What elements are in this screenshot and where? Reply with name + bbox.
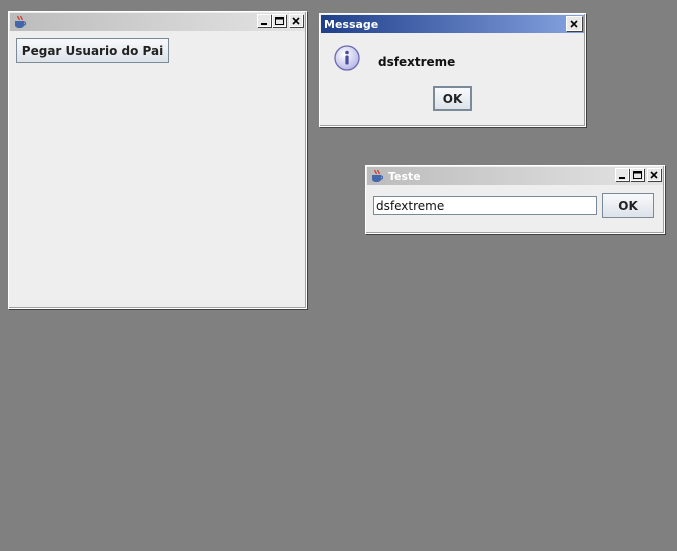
java-cup-icon[interactable] xyxy=(12,14,28,30)
maximize-button[interactable] xyxy=(272,14,286,27)
main-window-titlebar[interactable] xyxy=(10,13,305,31)
message-ok-button[interactable]: OK xyxy=(433,86,472,111)
close-button[interactable] xyxy=(566,16,582,31)
pegar-usuario-button[interactable]: Pegar Usuario do Pai xyxy=(16,38,169,63)
java-cup-icon[interactable] xyxy=(369,168,385,184)
message-text: dsfextreme xyxy=(378,55,456,69)
close-icon xyxy=(650,170,658,179)
teste-window: Teste OK xyxy=(365,165,665,234)
teste-ok-button[interactable]: OK xyxy=(602,193,654,218)
information-icon xyxy=(333,44,361,72)
main-window-controls xyxy=(257,14,303,27)
close-icon xyxy=(570,19,578,28)
minimize-icon xyxy=(619,176,625,179)
teste-text-input[interactable] xyxy=(373,196,597,215)
minimize-icon xyxy=(261,22,267,25)
message-dialog-controls xyxy=(566,16,582,31)
maximize-button[interactable] xyxy=(630,168,644,181)
main-window: Pegar Usuario do Pai xyxy=(8,11,307,309)
message-dialog-title: Message xyxy=(324,17,379,31)
teste-window-titlebar[interactable]: Teste xyxy=(367,167,663,185)
close-button[interactable] xyxy=(647,168,661,181)
close-button[interactable] xyxy=(289,14,303,27)
message-dialog-titlebar[interactable]: Message xyxy=(321,15,584,33)
minimize-button[interactable] xyxy=(615,168,629,181)
minimize-button[interactable] xyxy=(257,14,271,27)
close-icon xyxy=(292,16,300,25)
teste-window-controls xyxy=(615,168,661,181)
maximize-icon xyxy=(274,16,284,25)
message-dialog: Message dsfextreme OK xyxy=(319,13,586,127)
maximize-icon xyxy=(632,170,642,179)
teste-window-title: Teste xyxy=(388,169,421,183)
